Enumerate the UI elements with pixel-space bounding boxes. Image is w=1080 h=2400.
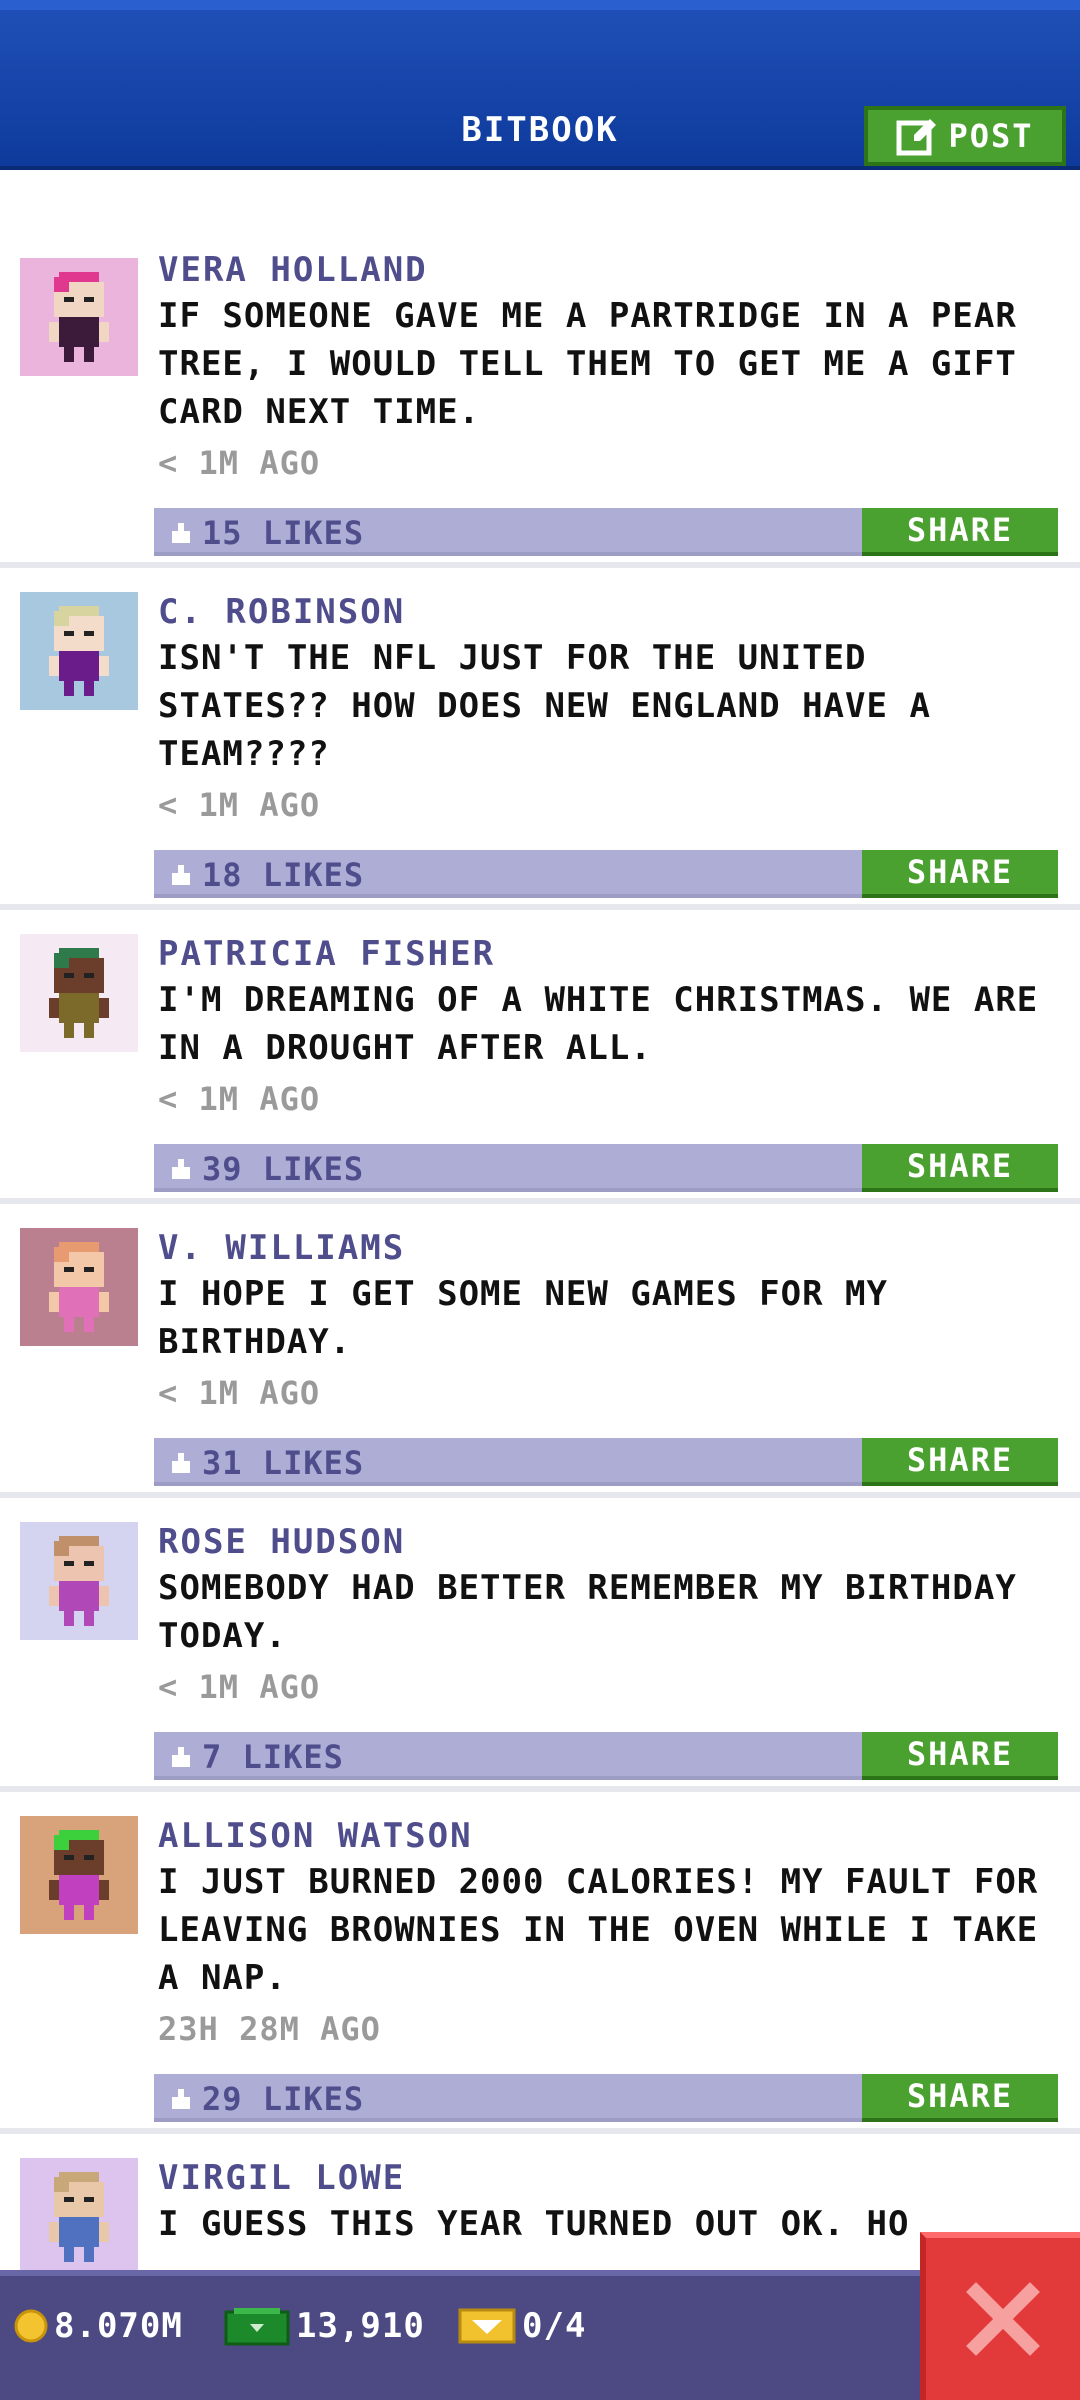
poster-name[interactable]: PATRICIA FISHER (158, 934, 495, 974)
tickets-stat: 0/4 (458, 2306, 586, 2346)
feed-post: PATRICIA FISHER I'M DREAMING OF A WHITE … (0, 934, 1080, 1204)
thumbs-up-icon (172, 2089, 190, 2109)
like-count[interactable]: 29 LIKES (168, 2080, 364, 2118)
ticket-icon (458, 2308, 516, 2344)
poster-name[interactable]: ALLISON WATSON (158, 1816, 473, 1856)
news-feed[interactable]: VERA HOLLAND IF SOMEONE GAVE ME A PARTRI… (0, 170, 1080, 2270)
like-count-label: 29 LIKES (202, 2080, 365, 2118)
post-time: < 1M AGO (158, 1080, 321, 1118)
share-button[interactable]: SHARE (862, 508, 1058, 556)
share-button[interactable]: SHARE (862, 850, 1058, 898)
thumbs-up-icon (172, 1453, 190, 1473)
share-button[interactable]: SHARE (862, 1144, 1058, 1192)
post-time: 23H 28M AGO (158, 2010, 381, 2048)
post-button[interactable]: POST (864, 106, 1066, 166)
like-count-label: 31 LIKES (202, 1444, 365, 1482)
close-icon (966, 2282, 1040, 2356)
poster-name[interactable]: ROSE HUDSON (158, 1522, 405, 1562)
post-text: ISN'T THE NFL JUST FOR THE UNITED STATES… (158, 638, 931, 774)
like-count-label: 15 LIKES (202, 514, 365, 552)
post-text: SOMEBODY HAD BETTER REMEMBER MY BIRTHDAY… (158, 1568, 1017, 1656)
like-bar: 29 LIKES SHARE (154, 2074, 1058, 2122)
character-sprite (49, 1242, 109, 1332)
feed-post: VIRGIL LOWE I GUESS THIS YEAR TURNED OUT… (0, 2158, 1080, 2270)
close-button[interactable] (920, 2232, 1080, 2400)
share-button[interactable]: SHARE (862, 2074, 1058, 2122)
character-sprite (49, 1536, 109, 1626)
post-time: < 1M AGO (158, 786, 321, 824)
character-sprite (49, 272, 109, 362)
cash-stat: 13,910 (224, 2306, 425, 2346)
coins-stat: 8.070M (14, 2306, 183, 2346)
avatar (20, 934, 138, 1052)
cash-value: 13,910 (296, 2306, 425, 2346)
avatar (20, 592, 138, 710)
avatar (20, 1228, 138, 1346)
poster-name[interactable]: C. ROBINSON (158, 592, 405, 632)
post-time: < 1M AGO (158, 1374, 321, 1412)
tickets-value: 0/4 (522, 2306, 587, 2346)
post-button-label: POST (948, 117, 1034, 155)
poster-name[interactable]: V. WILLIAMS (158, 1228, 405, 1268)
post-text: I JUST BURNED 2000 CALORIES! MY FAULT FO… (158, 1862, 1039, 1998)
like-count-label: 39 LIKES (202, 1150, 365, 1188)
like-count[interactable]: 15 LIKES (168, 514, 364, 552)
like-count[interactable]: 7 LIKES (168, 1738, 344, 1776)
like-count-label: 7 LIKES (202, 1738, 344, 1776)
like-count[interactable]: 31 LIKES (168, 1444, 364, 1482)
thumbs-up-icon (172, 1747, 190, 1767)
thumbs-up-icon (172, 1159, 190, 1179)
resource-bar: 8.070M 13,910 0/4 (0, 2270, 1080, 2400)
like-count[interactable]: 18 LIKES (168, 856, 364, 894)
character-sprite (49, 1830, 109, 1920)
like-count-label: 18 LIKES (202, 856, 365, 894)
avatar (20, 1816, 138, 1934)
post-text: I'M DREAMING OF A WHITE CHRISTMAS. WE AR… (158, 980, 1039, 1068)
poster-name[interactable]: VIRGIL LOWE (158, 2158, 405, 2198)
thumbs-up-icon (172, 865, 190, 885)
avatar (20, 258, 138, 376)
feed-post: ROSE HUDSON SOMEBODY HAD BETTER REMEMBER… (0, 1522, 1080, 1792)
top-bar: BITBOOK POST (0, 0, 1080, 170)
feed-post: V. WILLIAMS I HOPE I GET SOME NEW GAMES … (0, 1228, 1080, 1498)
character-sprite (49, 606, 109, 696)
like-count[interactable]: 39 LIKES (168, 1150, 364, 1188)
avatar (20, 2158, 138, 2270)
compose-icon (896, 119, 937, 156)
share-button[interactable]: SHARE (862, 1438, 1058, 1486)
character-sprite (49, 2172, 109, 2262)
thumbs-up-icon (172, 523, 190, 543)
feed-post: ALLISON WATSON I JUST BURNED 2000 CALORI… (0, 1816, 1080, 2134)
post-time: < 1M AGO (158, 444, 321, 482)
feed-post: VERA HOLLAND IF SOMEONE GAVE ME A PARTRI… (0, 250, 1080, 568)
like-bar: 7 LIKES SHARE (154, 1732, 1058, 1780)
post-time: < 1M AGO (158, 1668, 321, 1706)
coin-icon (14, 2309, 48, 2343)
like-bar: 39 LIKES SHARE (154, 1144, 1058, 1192)
cash-icon (224, 2308, 290, 2346)
feed-post: C. ROBINSON ISN'T THE NFL JUST FOR THE U… (0, 592, 1080, 910)
like-bar: 31 LIKES SHARE (154, 1438, 1058, 1486)
post-text: IF SOMEONE GAVE ME A PARTRIDGE IN A PEAR… (158, 296, 1017, 432)
character-sprite (49, 948, 109, 1038)
avatar (20, 1522, 138, 1640)
coins-value: 8.070M (54, 2306, 183, 2346)
like-bar: 18 LIKES SHARE (154, 850, 1058, 898)
like-bar: 15 LIKES SHARE (154, 508, 1058, 556)
poster-name[interactable]: VERA HOLLAND (158, 250, 428, 290)
share-button[interactable]: SHARE (862, 1732, 1058, 1780)
post-text: I HOPE I GET SOME NEW GAMES FOR MY BIRTH… (158, 1274, 888, 1362)
